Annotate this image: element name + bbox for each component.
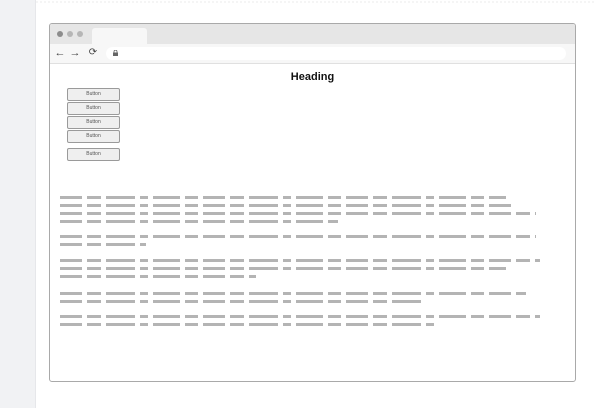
button-1[interactable]: Button (67, 88, 120, 101)
button-5[interactable]: Button (67, 148, 120, 161)
placeholder-paragraph (60, 259, 547, 283)
back-arrow-icon[interactable]: ← (53, 46, 67, 60)
placeholder-paragraph (60, 235, 547, 251)
placeholder-paragraph (60, 292, 547, 308)
reload-icon[interactable]: ⟳ (86, 46, 100, 60)
placeholder-line (60, 212, 536, 215)
placeholder-line (60, 204, 516, 207)
placeholder-line (60, 275, 256, 278)
lock-icon (113, 50, 118, 56)
placeholder-line (60, 292, 526, 295)
placeholder-line (60, 259, 540, 262)
button-3[interactable]: Button (67, 116, 120, 129)
placeholder-line (60, 300, 422, 303)
placeholder-line (60, 323, 436, 326)
button-2[interactable]: Button (67, 102, 120, 115)
address-bar[interactable] (106, 47, 566, 60)
browser-tab[interactable] (92, 28, 147, 44)
window-close-dot[interactable] (57, 31, 63, 37)
browser-titlebar (50, 24, 575, 44)
forward-arrow-icon[interactable]: → (68, 46, 82, 60)
placeholder-line (60, 235, 536, 238)
page-heading: Heading (290, 71, 335, 83)
left-rail (0, 0, 36, 408)
window-maximize-dot[interactable] (77, 31, 83, 37)
button-4[interactable]: Button (67, 130, 120, 143)
browser-window: ← → ⟳ Heading Button Button Button Butto… (49, 23, 576, 382)
placeholder-line (60, 267, 506, 270)
placeholder-paragraph (60, 196, 547, 228)
placeholder-line (60, 315, 540, 318)
top-dotted-border (35, 0, 596, 3)
placeholder-paragraph (60, 315, 547, 331)
placeholder-line (60, 196, 506, 199)
placeholder-line (60, 220, 338, 223)
browser-toolbar: ← → ⟳ (50, 44, 575, 64)
window-minimize-dot[interactable] (67, 31, 73, 37)
placeholder-line (60, 243, 146, 246)
